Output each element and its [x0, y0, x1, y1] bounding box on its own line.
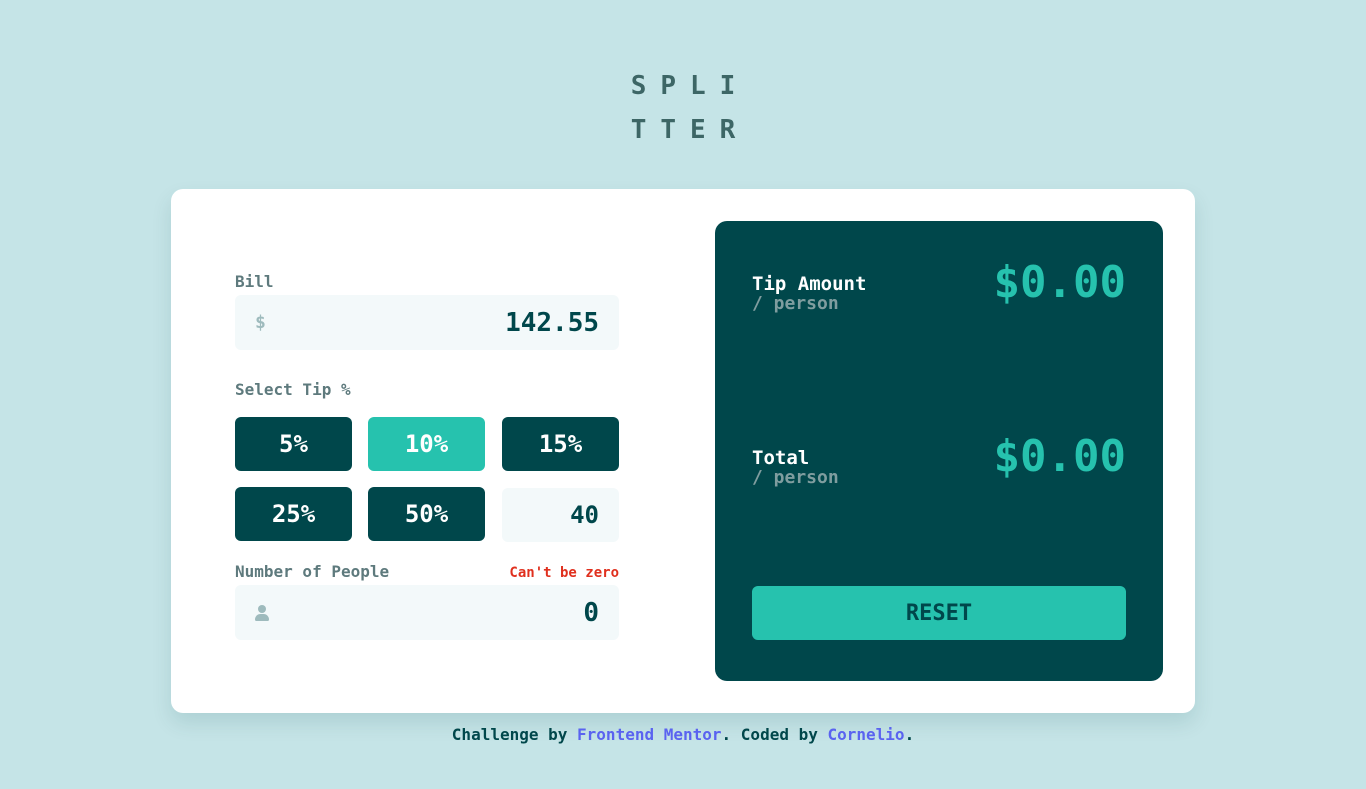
- tip-amount-sub: / person: [752, 293, 839, 314]
- tip-button-15[interactable]: 15%: [502, 417, 619, 471]
- tip-button-25[interactable]: 25%: [235, 487, 352, 541]
- bill-value: 142.55: [505, 307, 599, 338]
- select-tip-label: Select Tip %: [235, 380, 351, 399]
- logo-line-1: SPLI: [630, 71, 750, 101]
- tip-button-50[interactable]: 50%: [368, 487, 485, 541]
- total-title: Total: [752, 447, 810, 469]
- footer: Challenge by Frontend Mentor. Coded by C…: [0, 725, 1366, 744]
- footer-text-3: .: [904, 725, 915, 744]
- results-panel: Tip Amount / person $0.00 Total / person…: [715, 221, 1163, 681]
- total-value: $0.00: [993, 431, 1126, 482]
- calculator-card: Bill $ 142.55 Select Tip % 5% 10% 15% 25…: [171, 189, 1195, 713]
- custom-tip-input[interactable]: 40: [502, 488, 619, 542]
- tip-amount-value: $0.00: [993, 257, 1126, 308]
- frontend-mentor-link[interactable]: Frontend Mentor: [577, 725, 722, 744]
- tip-button-10[interactable]: 10%: [368, 417, 485, 471]
- footer-text-1: Challenge by: [451, 725, 578, 744]
- reset-button[interactable]: RESET: [752, 586, 1126, 640]
- people-label: Number of People: [235, 562, 390, 581]
- bill-label: Bill: [235, 272, 274, 291]
- person-icon: [255, 604, 269, 621]
- app-logo: SPLI TTER: [0, 64, 1366, 152]
- people-value: 0: [583, 597, 599, 628]
- footer-text-2: . Coded by: [721, 725, 828, 744]
- people-input[interactable]: 0: [235, 585, 619, 640]
- author-link[interactable]: Cornelio: [828, 725, 905, 744]
- total-sub: / person: [752, 467, 839, 488]
- dollar-icon: $: [255, 312, 266, 333]
- tip-button-5[interactable]: 5%: [235, 417, 352, 471]
- bill-input[interactable]: $ 142.55: [235, 295, 619, 350]
- logo-line-2: TTER: [630, 115, 750, 145]
- tip-amount-title: Tip Amount: [752, 273, 867, 295]
- people-error: Can't be zero: [509, 565, 619, 581]
